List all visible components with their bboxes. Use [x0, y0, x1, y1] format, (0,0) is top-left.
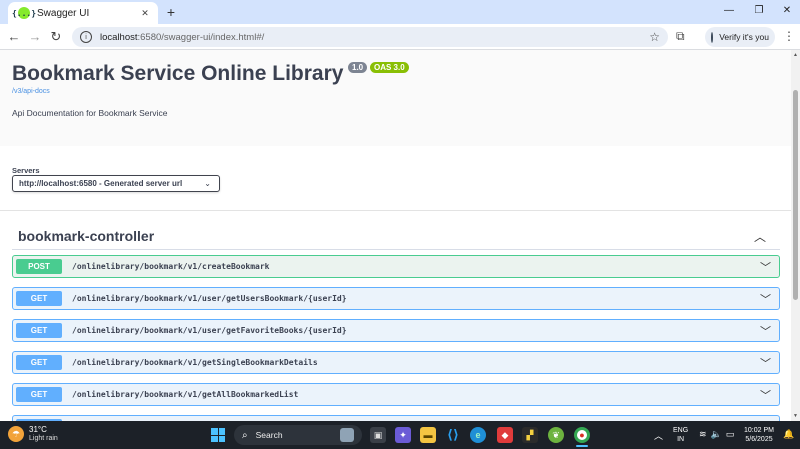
servers-selected-value: http://localhost:6580 - Generated server… — [19, 179, 183, 188]
windows-taskbar: ☂ 31°C Light rain ⌕ Search ▣ ✦ ▬ ⟨⟩ e ◆ … — [0, 421, 800, 449]
address-bar[interactable]: i localhost:6580/swagger-ui/index.html#/… — [72, 27, 668, 47]
clock-date: 5/6/2025 — [745, 436, 773, 443]
extensions-puzzle-icon[interactable]: ⧉ — [676, 29, 685, 44]
bookmark-star-icon[interactable]: ☆ — [649, 30, 660, 44]
swagger-favicon-icon: {...} — [11, 7, 37, 19]
method-badge: GET — [16, 387, 62, 402]
restore-icon[interactable]: ❐ — [752, 4, 766, 18]
chevron-down-icon[interactable]: ﹀ — [760, 291, 771, 307]
weather-widget[interactable]: ☂ 31°C Light rain — [8, 425, 58, 443]
windows-start-icon[interactable] — [211, 428, 225, 442]
weather-temp: 31°C — [29, 425, 47, 434]
api-title: Bookmark Service Online Library — [12, 62, 344, 85]
profile-verify-button[interactable]: Verify it's you — [705, 27, 775, 47]
clock-time: 10:02 PM — [744, 427, 774, 434]
profile-avatar — [711, 31, 714, 43]
page-scrollbar[interactable]: ▲ ▼ — [791, 50, 800, 421]
lang-line2: IN — [677, 436, 685, 443]
operation-path: /onlinelibrary/bookmark/v1/getSingleBook… — [72, 358, 318, 367]
reload-icon[interactable]: ↻ — [48, 29, 64, 45]
forward-icon[interactable]: → — [27, 29, 43, 45]
back-icon[interactable]: ← — [6, 29, 22, 45]
file-explorer-icon[interactable]: ▬ — [420, 427, 436, 443]
lang-line1: ENG — [673, 427, 689, 434]
active-app-indicator — [576, 445, 588, 447]
method-badge: POST — [16, 259, 62, 274]
operation-create-bookmark[interactable]: POST /onlinelibrary/bookmark/v1/createBo… — [12, 255, 780, 278]
operation-get-users-bookmark[interactable]: GET /onlinelibrary/bookmark/v1/user/getU… — [12, 287, 780, 310]
method-badge: GET — [16, 291, 62, 306]
api-description: Api Documentation for Bookmark Service — [12, 108, 168, 118]
version-badge: 1.0 — [348, 62, 368, 73]
tab-title: Swagger UI — [37, 7, 90, 19]
close-tab-icon[interactable]: ✕ — [138, 8, 152, 19]
chevron-up-icon[interactable]: ︿ — [654, 429, 663, 442]
profile-verify-label: Verify it's you — [719, 32, 769, 42]
tag-header-bookmark-controller[interactable]: bookmark-controller ︿ — [12, 222, 780, 250]
chrome-icon[interactable]: ● — [574, 427, 590, 443]
anydesk-icon[interactable]: ◆ — [497, 427, 513, 443]
weather-condition: Light rain — [29, 435, 58, 442]
edge-icon[interactable]: e — [470, 427, 486, 443]
url-host: localhost — [100, 31, 138, 43]
oas-badge: OAS 3.0 — [370, 62, 409, 73]
search-highlight-icon — [340, 428, 354, 442]
minimize-icon[interactable]: — — [722, 4, 736, 18]
scrollbar-thumb[interactable] — [793, 90, 798, 300]
operation-path: /onlinelibrary/bookmark/v1/user/getUsers… — [72, 294, 347, 303]
chevron-down-icon[interactable]: ﹀ — [760, 259, 771, 275]
search-label: Search — [255, 430, 283, 440]
new-tab-icon[interactable]: + — [164, 3, 178, 21]
clock[interactable]: 10:02 PM 5/6/2025 — [744, 426, 774, 444]
browser-toolbar: ← → ↻ i localhost:6580/swagger-ui/index.… — [0, 24, 800, 50]
url-path: :6580/swagger-ui/index.html#/ — [137, 31, 265, 43]
chevron-down-icon[interactable]: ﹀ — [760, 387, 771, 403]
task-view-icon[interactable]: ▣ — [370, 427, 386, 443]
browser-tab-swagger[interactable]: {...} Swagger UI ✕ — [8, 2, 158, 24]
system-tray-icons[interactable]: ≋🔈▭ — [699, 429, 738, 440]
chevron-up-icon[interactable]: ︿ — [754, 228, 766, 245]
chevron-down-icon[interactable]: ﹀ — [760, 323, 771, 339]
scroll-up-icon[interactable]: ▲ — [792, 52, 799, 58]
operation-path: /onlinelibrary/bookmark/v1/createBookmar… — [72, 262, 270, 271]
browser-tab-bar: {...} Swagger UI ✕ + — ❐ ✕ — [0, 0, 800, 24]
app-icon[interactable]: ▞ — [522, 427, 538, 443]
chevron-down-icon[interactable]: ﹀ — [760, 355, 771, 371]
taskbar-search[interactable]: ⌕ Search — [234, 425, 362, 445]
search-icon: ⌕ — [242, 429, 248, 441]
language-indicator[interactable]: ENG IN — [673, 426, 688, 444]
spring-tool-suite-icon[interactable]: ❦ — [548, 427, 564, 443]
weather-text: 31°C Light rain — [29, 425, 58, 443]
vscode-icon[interactable]: ⟨⟩ — [445, 427, 461, 443]
copilot-icon[interactable]: ✦ — [395, 427, 411, 443]
weather-rain-icon: ☂ — [8, 426, 24, 442]
notification-bell-icon[interactable]: 🔔 — [783, 429, 794, 440]
method-badge: GET — [16, 355, 62, 370]
operation-get-favorite-books[interactable]: GET /onlinelibrary/bookmark/v1/user/getF… — [12, 319, 780, 342]
servers-select[interactable]: http://localhost:6580 - Generated server… — [12, 175, 220, 192]
operation-get-single-bookmark-details[interactable]: GET /onlinelibrary/bookmark/v1/getSingle… — [12, 351, 780, 374]
operation-path: /onlinelibrary/bookmark/v1/getAllBookmar… — [72, 390, 299, 399]
operation-get-all-bookmarked-list[interactable]: GET /onlinelibrary/bookmark/v1/getAllBoo… — [12, 383, 780, 406]
api-info-section: Bookmark Service Online Library 1.0 OAS … — [0, 50, 791, 146]
servers-label: Servers — [12, 166, 40, 175]
window-close-icon[interactable]: ✕ — [780, 4, 794, 18]
chevron-down-icon: ⌄ — [204, 179, 211, 188]
tag-name: bookmark-controller — [18, 228, 155, 244]
swagger-page: Bookmark Service Online Library 1.0 OAS … — [0, 50, 791, 421]
api-docs-link[interactable]: /v3/api-docs — [12, 88, 50, 95]
section-divider — [0, 210, 791, 211]
site-info-icon[interactable]: i — [80, 31, 92, 43]
browser-menu-icon[interactable]: ⋮ — [783, 29, 795, 43]
method-badge: GET — [16, 323, 62, 338]
operation-path: /onlinelibrary/bookmark/v1/user/getFavor… — [72, 326, 347, 335]
scroll-down-icon[interactable]: ▼ — [792, 413, 799, 419]
